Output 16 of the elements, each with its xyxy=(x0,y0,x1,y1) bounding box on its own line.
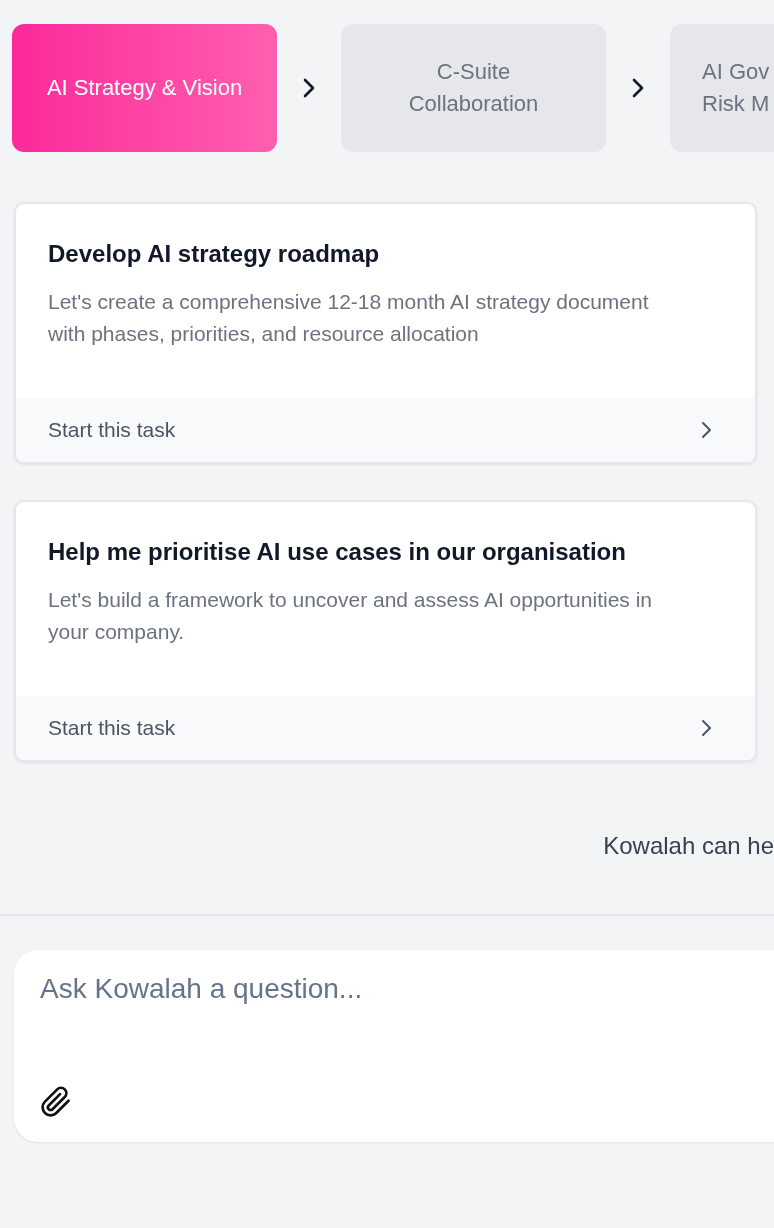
task-description: Let's build a framework to uncover and assess AI opportunities in your company. xyxy=(48,587,653,645)
chevron-right-icon xyxy=(630,76,646,100)
question-field[interactable]: Ask Kowalah a question... xyxy=(38,972,742,1006)
step-tab[interactable]: AI Strategy & Vision xyxy=(12,24,277,152)
chevron-right-icon xyxy=(301,76,317,100)
task-description: Let's create a comprehensive 12-18 month AI strategy document with phases, priorities, and resource allocation xyxy=(48,289,650,347)
chevron-right-icon xyxy=(701,718,713,738)
start-task-button[interactable]: Start this task xyxy=(16,398,755,462)
step-tab[interactable]: C-Suite Collaboration xyxy=(341,24,606,152)
chevron-right-icon xyxy=(701,420,713,440)
help-text: Kowalah can he xyxy=(603,832,774,861)
task-title: Help me prioritise AI use cases in our organisation xyxy=(48,538,627,566)
task-title: Develop AI strategy roadmap xyxy=(48,240,381,268)
start-task-button[interactable]: Start this task xyxy=(16,696,755,760)
paperclip-icon[interactable] xyxy=(40,1086,72,1118)
step-tab[interactable]: AI Gov Risk M xyxy=(670,24,774,152)
